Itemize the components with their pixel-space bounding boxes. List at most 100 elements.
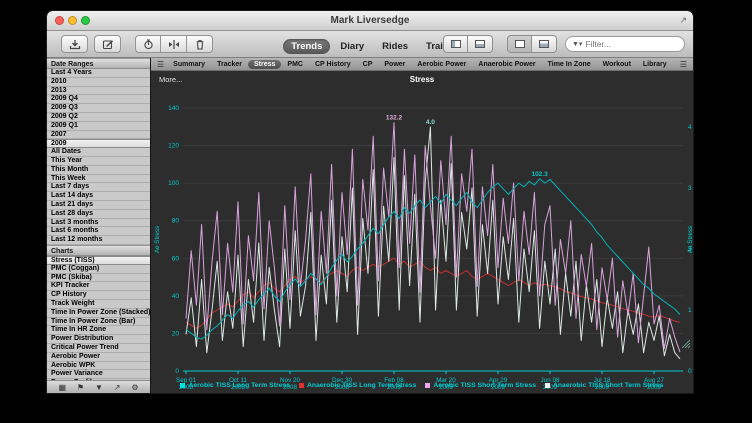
sidebar-item-pmc-skiba[interactable]: PMC (Skiba) [47,274,150,283]
sidebar-item-2009-q1[interactable]: 2009 Q1 [47,122,150,131]
tab-cp[interactable]: CP [357,60,379,69]
sidebar-item-last-21-days[interactable]: Last 21 days [47,201,150,210]
legend-item-aerobic-tiss-short-term-stress: Aerobic TISS Short Term Stress [425,382,536,389]
filter-input[interactable] [585,39,665,49]
svg-text:Date: Date [426,393,440,394]
legend-swatch [545,383,550,388]
sidebar-item-all-dates[interactable]: All Dates [47,148,150,157]
legend-label: Anaerobic TISS Short Term Stress [553,382,664,389]
svg-text:60: 60 [172,255,180,262]
tab-pmc[interactable]: PMC [281,60,309,69]
sidebar-item-pmc-coggan[interactable]: PMC (Coggan) [47,265,150,274]
view-tab-diary[interactable]: Diary [332,39,372,54]
svg-text:20: 20 [172,330,180,337]
svg-text:100: 100 [168,180,179,187]
bookmark-icon[interactable]: ⚑ [77,381,84,394]
lowbar-toggle-icon [475,40,485,48]
sidebar-item-last-4-years[interactable]: Last 4 Years [47,69,150,78]
svg-text:1: 1 [688,307,692,314]
svg-text:140: 140 [168,105,179,112]
tiled-view-button[interactable] [532,35,557,53]
svg-text:40: 40 [172,293,180,300]
sidebar-item-aerobic-wpk[interactable]: Aerobic WPK [47,362,150,371]
chart-title: Stress [151,75,693,84]
sidebar-item-2009-q4[interactable]: 2009 Q4 [47,95,150,104]
fullscreen-icon[interactable]: ↗ [679,15,687,26]
sidebar-item-last-7-days[interactable]: Last 7 days [47,183,150,192]
sidebar-item-last-6-months[interactable]: Last 6 months [47,227,150,236]
chart-tab-bar: ☰ SummaryTrackerStressPMCCP HistoryCPPow… [151,58,693,71]
sidebar-item-track-weight[interactable]: Track Weight [47,300,150,309]
tab-workout[interactable]: Workout [597,60,637,69]
tab-aerobic-power[interactable]: Aerobic Power [411,60,472,69]
tiled-view-icon [539,40,549,48]
sidebar-item-power-variance[interactable]: Power Variance [47,370,150,379]
app-window: Mark Liversedge ↗ [46,10,694,394]
lowbar-toggle-button[interactable] [468,35,493,53]
tab-anaerobic-power[interactable]: Anaerobic Power [472,60,541,69]
sidebar-item-last-12-months[interactable]: Last 12 months [47,236,150,245]
title-bar: Mark Liversedge ↗ [47,11,693,31]
single-view-button[interactable] [507,35,532,53]
sidebar-item-time-in-power-zone-stacked[interactable]: Time In Power Zone (Stacked) [47,309,150,318]
sidebar-item-2010[interactable]: 2010 [47,78,150,87]
gear-icon[interactable]: ⚙ [131,381,138,394]
tab-menu-left-icon[interactable]: ☰ [154,60,167,69]
filter-funnel-icon: ▼▾ [572,40,582,48]
sidebar-item-critical-power-trend[interactable]: Critical Power Trend [47,344,150,353]
sidebar-item-time-in-power-zone-bar[interactable]: Time In Power Zone (Bar) [47,318,150,327]
legend-label: Aerobic TISS Short Term Stress [433,382,536,389]
svg-text:120: 120 [168,143,179,150]
sidebar-list: Date RangesLast 4 Years201020132009 Q420… [47,58,150,380]
resize-grip[interactable] [681,339,691,349]
svg-text:0: 0 [688,368,692,375]
legend-item-aerobic-tiss-long-term-stress: Aerobic TISS Long Term Stress [180,382,289,389]
view-tab-trends[interactable]: Trends [283,39,330,54]
sidebar-item-last-14-days[interactable]: Last 14 days [47,192,150,201]
sidebar-item-2007[interactable]: 2007 [47,131,150,140]
tab-cp-history[interactable]: CP History [309,60,357,69]
tab-library[interactable]: Library [637,60,673,69]
sidebar-section-charts: Charts [47,245,150,256]
tab-stress[interactable]: Stress [248,60,281,69]
svg-text:0: 0 [175,368,179,375]
sidebar-item-2009-q3[interactable]: 2009 Q3 [47,104,150,113]
legend-item-anaerobic-tiss-long-term-stress: Anaerobic TISS Long Term Stress [299,382,416,389]
sidebar-item-stress-tiss[interactable]: Stress (TISS) [47,256,150,265]
series-aerobic-tiss-short-term-stress [186,123,680,353]
tab-summary[interactable]: Summary [167,60,211,69]
tab-menu-right-icon[interactable]: ☰ [677,60,690,69]
sidebar-item-2009[interactable]: 2009 [47,139,150,148]
legend-swatch [299,383,304,388]
main-area: ☰ SummaryTrackerStressPMCCP HistoryCPPow… [151,58,693,393]
trend-icon[interactable]: ↗ [114,381,121,394]
sidebar-item-2009-q2[interactable]: 2009 Q2 [47,113,150,122]
main-toolbar: TrendsDiaryRidesTrain ▼▾ [47,31,693,58]
sidebar-item-power-distribution[interactable]: Power Distribution [47,335,150,344]
svg-text:3: 3 [688,185,692,192]
stress-chart[interactable]: 02040608010012014001234Sep 012008Oct 112… [151,86,694,394]
sidebar-item-time-in-hr-zone[interactable]: Time In HR Zone [47,326,150,335]
sidebar-item-aerobic-power[interactable]: Aerobic Power [47,353,150,362]
sidebar-item-this-year[interactable]: This Year [47,157,150,166]
sidebar-item-2013[interactable]: 2013 [47,87,150,96]
sidebar-item-last-3-months[interactable]: Last 3 months [47,219,150,228]
sidebar-item-this-month[interactable]: This Month [47,166,150,175]
chart-tabs: SummaryTrackerStressPMCCP HistoryCPPower… [167,60,672,69]
sidebar-toggle-button[interactable] [443,35,468,53]
tab-power[interactable]: Power [378,60,411,69]
sidebar-item-last-28-days[interactable]: Last 28 days [47,210,150,219]
view-tab-rides[interactable]: Rides [374,39,416,54]
svg-text:4.0: 4.0 [426,119,435,126]
panel-icon[interactable]: ▦ [58,381,66,394]
sidebar-item-this-week[interactable]: This Week [47,175,150,184]
sidebar: Date RangesLast 4 Years201020132009 Q420… [47,58,151,393]
sidebar-bottom-toolbar: ▦ ⚑ ▼ ↗ ⚙ [47,380,150,393]
svg-text:Ae Stress: Ae Stress [154,226,161,253]
tab-time-in-zone[interactable]: Time In Zone [542,60,597,69]
tab-tracker[interactable]: Tracker [211,60,248,69]
filter-icon[interactable]: ▼ [95,381,103,394]
sidebar-item-kpi-tracker[interactable]: KPI Tracker [47,282,150,291]
legend-swatch [180,383,185,388]
sidebar-item-cp-history[interactable]: CP History [47,291,150,300]
